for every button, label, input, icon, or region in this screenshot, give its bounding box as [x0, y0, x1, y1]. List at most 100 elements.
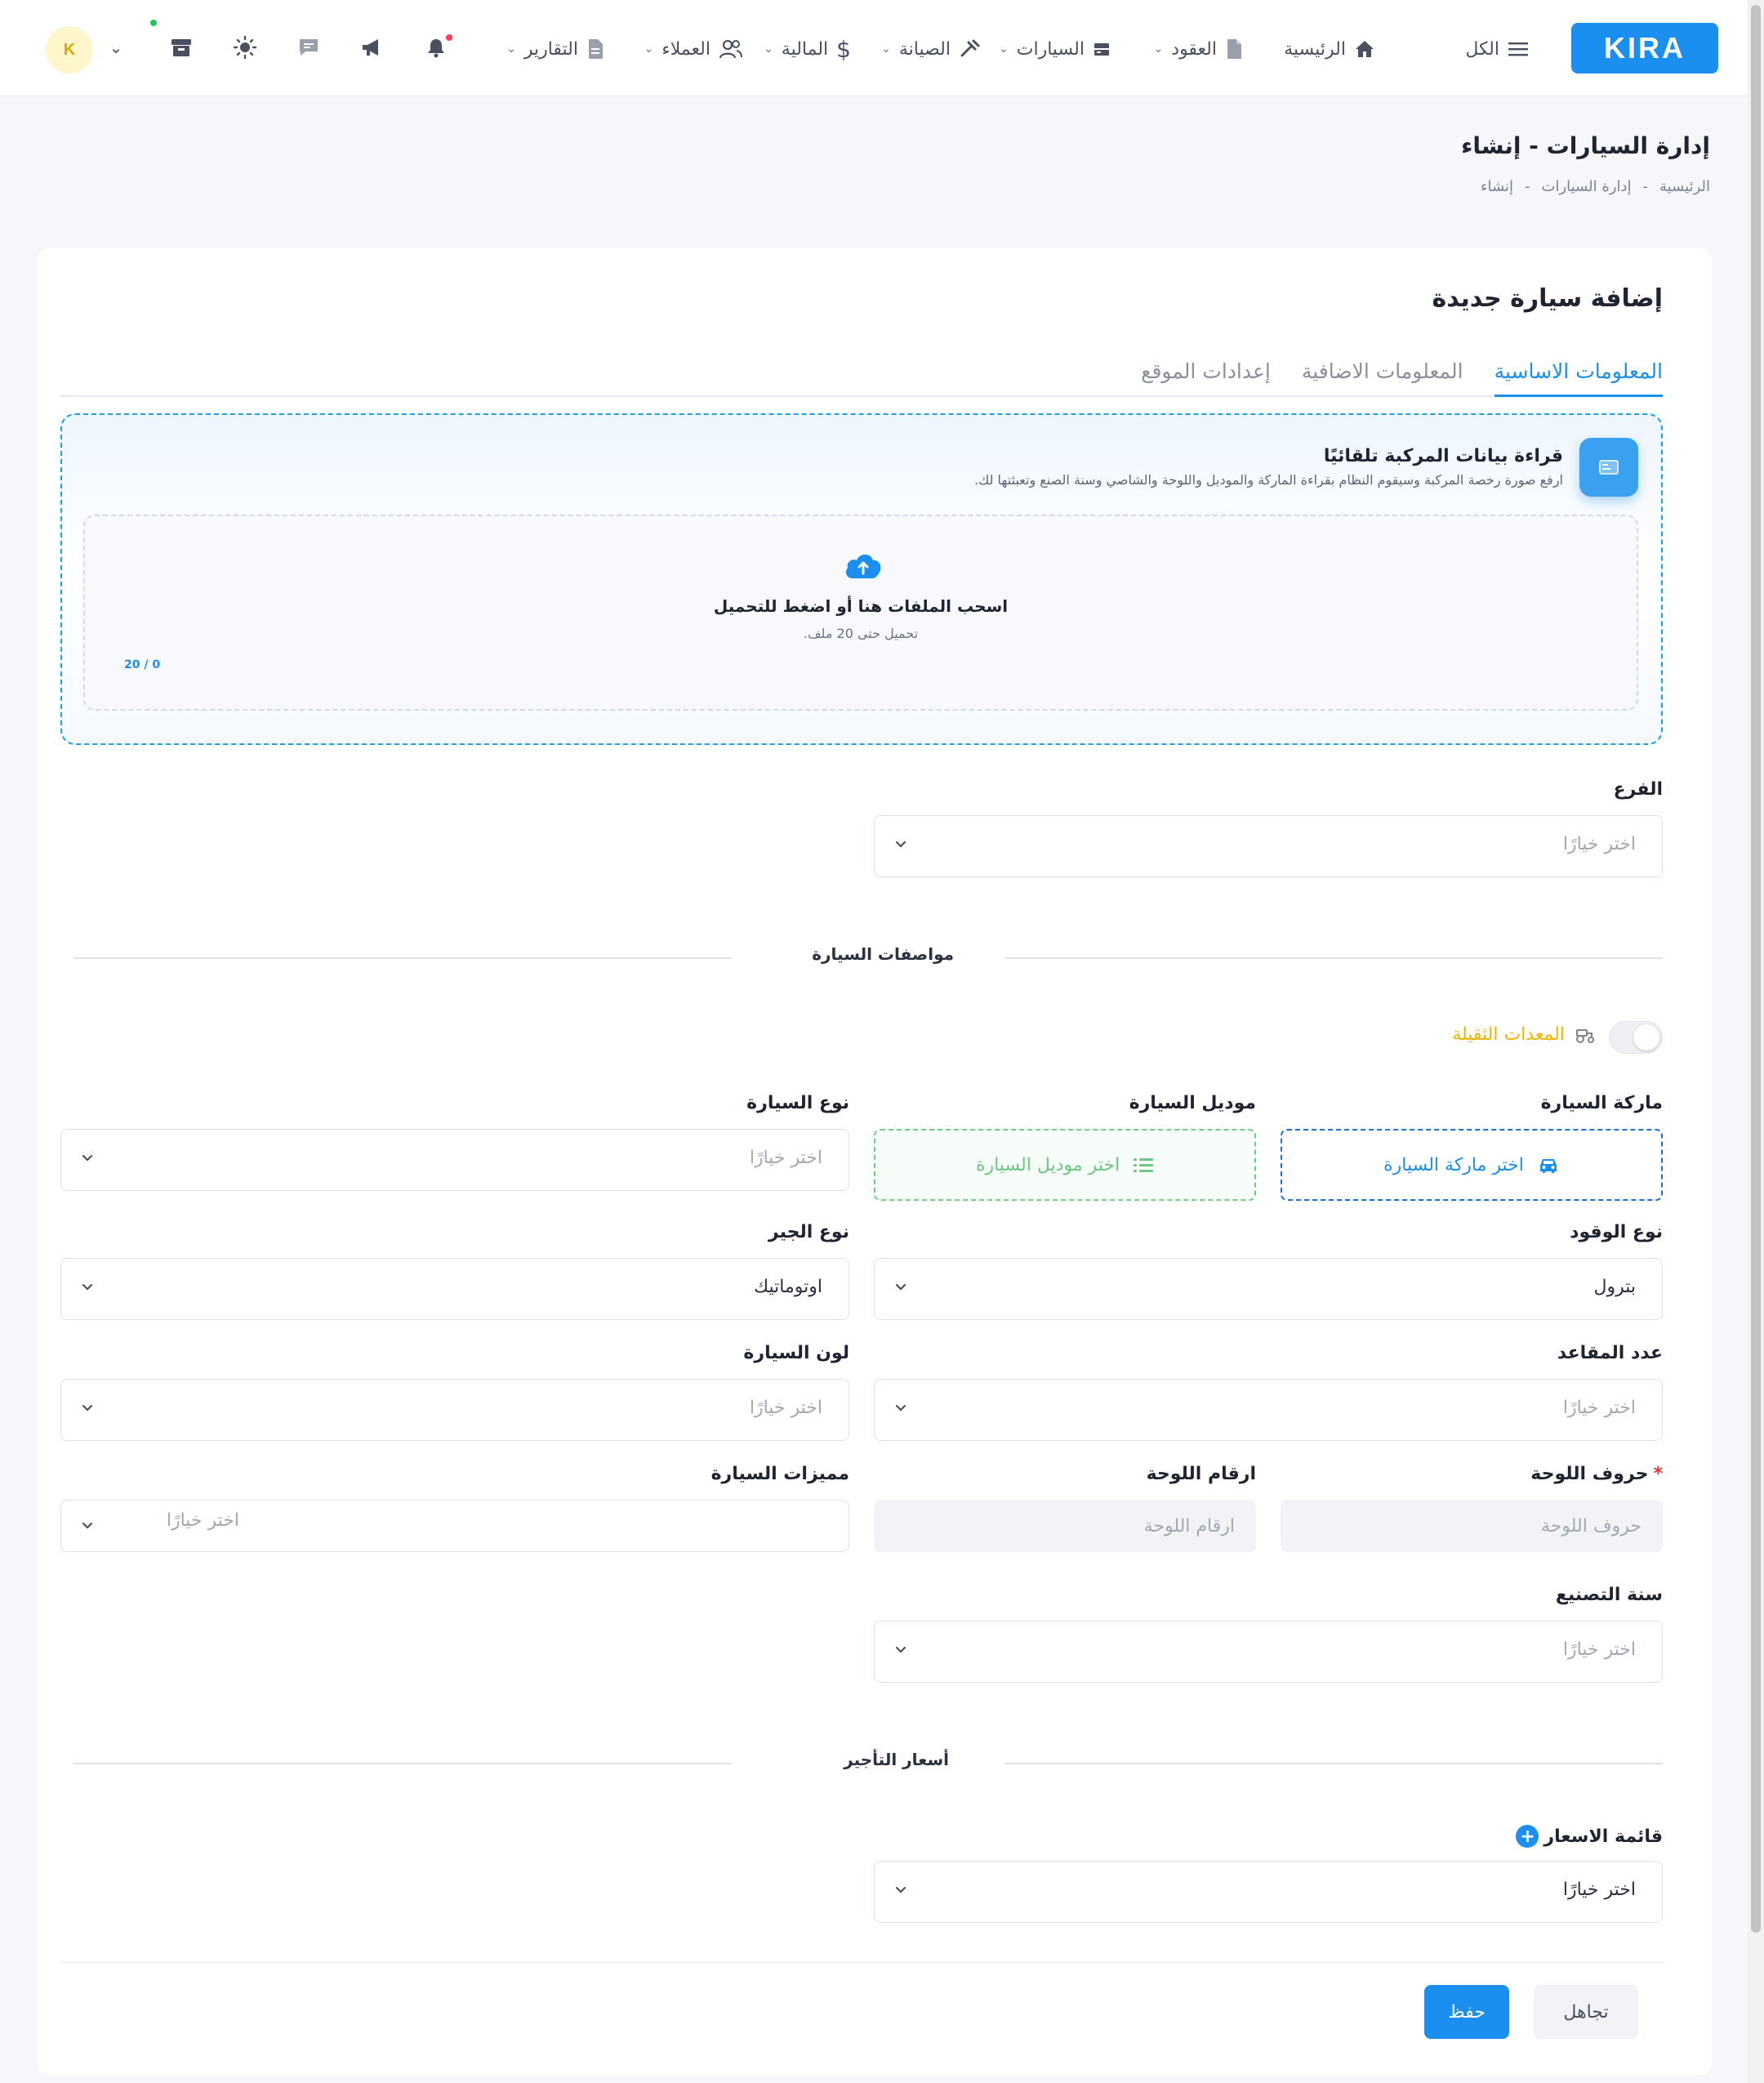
features-multiselect[interactable]: اختر خيارًا	[60, 1500, 849, 1552]
seats-label: عدد المقاعد	[1557, 1343, 1663, 1363]
select-brand-text: اختر ماركة السيارة	[1383, 1154, 1524, 1175]
fuel-label: نوع الوقود	[1570, 1222, 1663, 1242]
page-scrollbar[interactable]	[1748, 0, 1764, 2083]
home-icon	[1354, 39, 1375, 59]
nav-item-home[interactable]: الرئيسية	[1284, 31, 1375, 67]
kira-logo[interactable]: KIRA	[1571, 23, 1718, 74]
messages-button[interactable]	[294, 33, 323, 62]
prices-divider-title: أسعار التأجير	[844, 1750, 949, 1769]
nav-item-customers[interactable]: العملاء ⌄	[644, 31, 743, 67]
save-button[interactable]: حفظ	[1424, 1985, 1509, 2039]
file-dropzone[interactable]: اسحب الملفات هنا أو اضغط للتحميل تحميل ح…	[83, 515, 1638, 711]
color-placeholder: اختر خيارًا	[749, 1398, 822, 1418]
chevron-down-icon	[893, 1278, 909, 1295]
announcements-button[interactable]	[358, 33, 387, 62]
notification-dot	[446, 34, 452, 41]
nav-item-maintenance[interactable]: الصيانة ⌄	[881, 31, 980, 67]
divider-line	[74, 1763, 732, 1764]
features-label: مميزات السيارة	[710, 1464, 849, 1484]
wrench-icon	[959, 39, 980, 59]
heavy-equipment-label: المعدات الثقيلة	[1452, 1024, 1596, 1045]
form-tabs: المعلومات الاساسية المعلومات الاضافية إع…	[60, 338, 1663, 397]
nav-item-finance[interactable]: $ المالية ⌄	[764, 31, 851, 67]
nav-item-cars[interactable]: السيارات ⌄	[999, 31, 1111, 67]
year-select[interactable]: اختر خيارًا	[874, 1621, 1663, 1683]
heavy-equipment-toggle[interactable]	[1609, 1021, 1663, 1054]
id-card-icon	[1579, 438, 1638, 497]
price-list-select[interactable]: اختر خيارًا	[874, 1861, 1663, 1923]
dollar-icon: $	[836, 35, 851, 63]
ocr-upload-panel: قراءة بيانات المركبة تلقائيًا ارفع صورة …	[60, 413, 1663, 745]
plate-letters-label-text: حروف اللوحة	[1530, 1464, 1649, 1484]
nav-reports-label: التقارير	[523, 38, 578, 60]
report-icon	[586, 38, 604, 60]
price-list-value: اختر خيارًا	[1562, 1880, 1636, 1900]
select-model-button[interactable]: اختر موديل السيارة	[874, 1129, 1256, 1201]
plate-letters-input[interactable]	[1281, 1500, 1663, 1552]
chevron-down-icon	[893, 836, 909, 852]
car-card-icon	[1093, 40, 1111, 58]
breadcrumb-separator: -	[1525, 178, 1530, 195]
notifications-button[interactable]	[421, 33, 452, 62]
divider-line	[1004, 1763, 1663, 1764]
nav-all-menu[interactable]: الكل	[1465, 31, 1529, 67]
chevron-down-icon: ⌄	[999, 42, 1009, 56]
user-menu-chevron[interactable]: ⌄	[101, 33, 131, 62]
nav-all-label: الكل	[1465, 38, 1499, 60]
cloud-upload-icon	[843, 551, 884, 580]
nav-contracts-label: العقود	[1171, 38, 1217, 60]
add-price-list-button[interactable]: +	[1516, 1825, 1539, 1848]
card-title: إضافة سيارة جديدة	[1432, 284, 1663, 313]
gear-select[interactable]: اوتوماتيك	[60, 1258, 849, 1320]
chevron-down-icon	[893, 1399, 909, 1416]
toggle-knob	[1633, 1024, 1659, 1050]
nav-item-reports[interactable]: التقارير ⌄	[506, 31, 604, 67]
user-avatar[interactable]: K	[46, 26, 93, 74]
fuel-select[interactable]: بترول	[874, 1258, 1663, 1320]
page-title: إدارة السيارات - إنشاء	[1461, 132, 1710, 159]
chevron-down-icon: ⌄	[764, 42, 773, 56]
tab-basic-info[interactable]: المعلومات الاساسية	[1494, 338, 1663, 397]
year-placeholder: اختر خيارًا	[1562, 1639, 1636, 1660]
nav-item-contracts[interactable]: العقود ⌄	[1154, 31, 1243, 67]
branch-placeholder: اختر خيارًا	[1562, 834, 1636, 854]
hamburger-menu-icon	[1508, 40, 1529, 58]
chevron-down-icon: ⌄	[644, 42, 654, 56]
ocr-subtitle: ارفع صورة رخصة المركبة وسيقوم النظام بقر…	[974, 472, 1563, 488]
color-select[interactable]: اختر خيارًا	[60, 1379, 849, 1441]
chevron-down-icon	[893, 1641, 909, 1657]
breadcrumb-home[interactable]: الرئيسية	[1659, 178, 1710, 195]
divider-line	[1004, 957, 1663, 959]
gear-value: اوتوماتيك	[753, 1277, 822, 1297]
file-count: 20 / 0	[124, 658, 161, 671]
scrollbar-thumb[interactable]	[1751, 5, 1761, 1933]
brand-label: ماركة السيارة	[1540, 1093, 1663, 1113]
chevron-down-icon	[79, 1399, 96, 1416]
price-list-label-text: قائمة الاسعار	[1544, 1826, 1663, 1847]
megaphone-icon	[360, 37, 385, 58]
sun-icon	[233, 35, 257, 60]
tab-location-settings[interactable]: إعدادات الموقع	[1141, 338, 1271, 397]
nav-finance-label: المالية	[781, 38, 829, 60]
plate-numbers-input[interactable]	[874, 1500, 1256, 1552]
chevron-down-icon	[893, 1881, 909, 1898]
bell-icon	[426, 37, 446, 58]
model-label: موديل السيارة	[1129, 1093, 1256, 1113]
apps-button[interactable]	[150, 20, 196, 62]
fuel-value: بترول	[1593, 1277, 1636, 1297]
seats-select[interactable]: اختر خيارًا	[874, 1379, 1663, 1441]
chevron-down-icon: ⌄	[881, 42, 891, 56]
seats-placeholder: اختر خيارًا	[1562, 1398, 1636, 1418]
form-card: إضافة سيارة جديدة المعلومات الاساسية الم…	[38, 248, 1712, 2075]
tab-additional-info[interactable]: المعلومات الاضافية	[1302, 338, 1463, 397]
breadcrumb-cars[interactable]: إدارة السيارات	[1542, 178, 1632, 195]
theme-toggle-button[interactable]	[230, 33, 260, 62]
select-brand-button[interactable]: اختر ماركة السيارة	[1281, 1129, 1663, 1201]
ignore-button[interactable]: تجاهل	[1534, 1985, 1638, 2039]
plate-numbers-label: ارقام اللوحة	[1146, 1464, 1256, 1484]
heavy-equipment-text: المعدات الثقيلة	[1452, 1024, 1565, 1045]
car-type-select[interactable]: اختر خيارًا	[60, 1129, 849, 1191]
dropzone-title: اسحب الملفات هنا أو اضغط للتحميل	[713, 596, 1009, 616]
chevron-down-icon	[79, 1149, 96, 1166]
branch-select[interactable]: اختر خيارًا	[874, 815, 1663, 877]
